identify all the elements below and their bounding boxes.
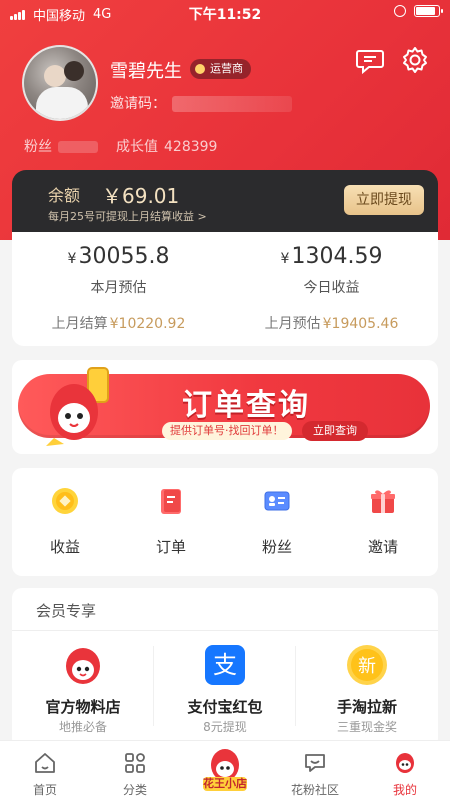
fans-count-blurred bbox=[58, 141, 98, 153]
tab-mine[interactable]: 我的 bbox=[360, 741, 450, 800]
message-icon[interactable] bbox=[355, 45, 385, 75]
tab-label: 分类 bbox=[122, 783, 147, 797]
last-settle-label: 上月结算 bbox=[51, 316, 108, 332]
member-item-taobao-new[interactable]: 新 手淘拉新 三重现金奖 bbox=[296, 636, 438, 746]
tab-label: 花粉社区 bbox=[290, 783, 339, 797]
member-section: 会员专享 官方物料店 地推必备 支 支付宝红包 8元提现 新 手淘拉新 三重现金… bbox=[12, 588, 438, 748]
invite-code-row[interactable]: 邀请码： bbox=[110, 93, 292, 113]
banner-tagline: 提供订单号·找回订单！ bbox=[162, 422, 292, 440]
last-estimate-label: 上月预估 bbox=[264, 316, 321, 332]
gear-icon[interactable] bbox=[400, 45, 430, 75]
invite-label: 邀请码： bbox=[110, 96, 166, 112]
growth-value: 428399 bbox=[164, 139, 218, 155]
coin-icon bbox=[52, 488, 78, 514]
member-item-sub: 8元提现 bbox=[203, 720, 247, 734]
invite-code-blurred bbox=[172, 96, 292, 112]
user-name: 雪碧先生 bbox=[110, 61, 182, 82]
category-grid-icon bbox=[125, 753, 145, 773]
mascot-icon bbox=[46, 367, 109, 446]
last-settle-value: ¥10220.92 bbox=[109, 316, 186, 332]
shortcut-grid: 收益 订单 粉丝 邀请 bbox=[12, 468, 438, 576]
currency-symbol: ¥ bbox=[280, 251, 290, 267]
last-estimate-value: ¥19405.46 bbox=[322, 316, 399, 332]
gift-icon bbox=[371, 490, 395, 513]
member-item-title: 手淘拉新 bbox=[336, 698, 397, 716]
shortcut-invite[interactable]: 邀请 bbox=[330, 468, 436, 576]
status-bar: 中国移动 4G 下午11:52 bbox=[0, 0, 450, 26]
tab-label: 首页 bbox=[32, 783, 57, 797]
member-item-official-store[interactable]: 官方物料店 地推必备 bbox=[12, 636, 154, 746]
order-query-banner[interactable]: 订单查询 提供订单号·找回订单！ 立即查询 bbox=[12, 360, 438, 454]
rotation-lock-icon bbox=[394, 5, 406, 17]
chat-bubble-icon bbox=[305, 754, 325, 772]
clock: 下午11:52 bbox=[188, 7, 262, 23]
new-badge-icon: 新 bbox=[347, 645, 387, 685]
member-section-title: 会员专享 bbox=[36, 602, 97, 620]
member-item-title: 支付宝红包 bbox=[187, 698, 263, 716]
avatar[interactable] bbox=[22, 45, 98, 121]
tab-label: 我的 bbox=[392, 783, 417, 797]
month-estimate[interactable]: ¥30055.8 本月预估 上月结算 ¥10220.92 bbox=[12, 232, 225, 333]
shortcut-income[interactable]: 收益 bbox=[12, 468, 118, 576]
new-badge-text: 新 bbox=[358, 656, 376, 677]
shortcut-label: 订单 bbox=[155, 538, 186, 556]
growth-stat: 成长值 428399 bbox=[116, 139, 218, 155]
home-icon bbox=[35, 753, 55, 773]
mascot-icon bbox=[66, 648, 100, 684]
withdraw-button[interactable]: 立即提现 bbox=[344, 185, 424, 215]
query-button[interactable]: 立即查询 bbox=[302, 421, 368, 441]
earnings-card: ¥30055.8 本月预估 上月结算 ¥10220.92 ¥1304.59 今日收… bbox=[12, 232, 438, 346]
currency-symbol: ¥ bbox=[67, 251, 77, 267]
banner-title: 订单查询 bbox=[182, 388, 310, 423]
tab-home[interactable]: 首页 bbox=[0, 741, 90, 800]
tab-shop[interactable]: 花王小店 bbox=[180, 741, 270, 800]
shortcut-label: 邀请 bbox=[367, 538, 398, 556]
balance-card: 余额 ￥69.01 每月25号可提现上月结算收益 > 立即提现 bbox=[12, 170, 438, 232]
divider bbox=[12, 630, 438, 631]
shortcut-fans[interactable]: 粉丝 bbox=[224, 468, 330, 576]
alipay-icon: 支 bbox=[205, 645, 245, 685]
balance-note[interactable]: 每月25号可提现上月结算收益 > bbox=[48, 208, 207, 224]
shortcut-orders[interactable]: 订单 bbox=[118, 468, 224, 576]
today-income[interactable]: ¥1304.59 今日收益 上月预估 ¥19405.46 bbox=[225, 232, 438, 333]
level-badge: 运营商 bbox=[190, 59, 251, 79]
bottom-tab-bar: 首页 分类 花王小店 花粉社区 我的 bbox=[0, 740, 450, 800]
month-estimate-label: 本月预估 bbox=[90, 280, 147, 296]
today-income-label: 今日收益 bbox=[303, 280, 360, 296]
alipay-glyph: 支 bbox=[213, 651, 237, 679]
profile-stats: 粉丝 成长值 428399 bbox=[24, 136, 217, 156]
member-item-sub: 地推必备 bbox=[58, 720, 107, 734]
member-item-sub: 三重现金奖 bbox=[336, 720, 397, 734]
shortcut-label: 收益 bbox=[49, 538, 80, 556]
month-estimate-value: 30055.8 bbox=[78, 244, 170, 269]
profile-mascot-icon bbox=[396, 753, 414, 773]
tab-category[interactable]: 分类 bbox=[90, 741, 180, 800]
balance-amount: ￥69.01 bbox=[102, 184, 180, 208]
fans-stat[interactable]: 粉丝 bbox=[24, 136, 98, 156]
member-item-alipay[interactable]: 支 支付宝红包 8元提现 bbox=[154, 636, 296, 746]
today-income-value: 1304.59 bbox=[291, 244, 383, 269]
tab-community[interactable]: 花粉社区 bbox=[270, 741, 360, 800]
fans-card-icon bbox=[264, 491, 290, 511]
order-icon bbox=[161, 489, 181, 514]
tab-label: 花王小店 bbox=[203, 777, 247, 790]
balance-label: 余额 bbox=[48, 186, 81, 205]
battery-icon bbox=[414, 5, 443, 17]
shortcut-label: 粉丝 bbox=[261, 538, 292, 556]
member-item-title: 官方物料店 bbox=[45, 698, 121, 716]
